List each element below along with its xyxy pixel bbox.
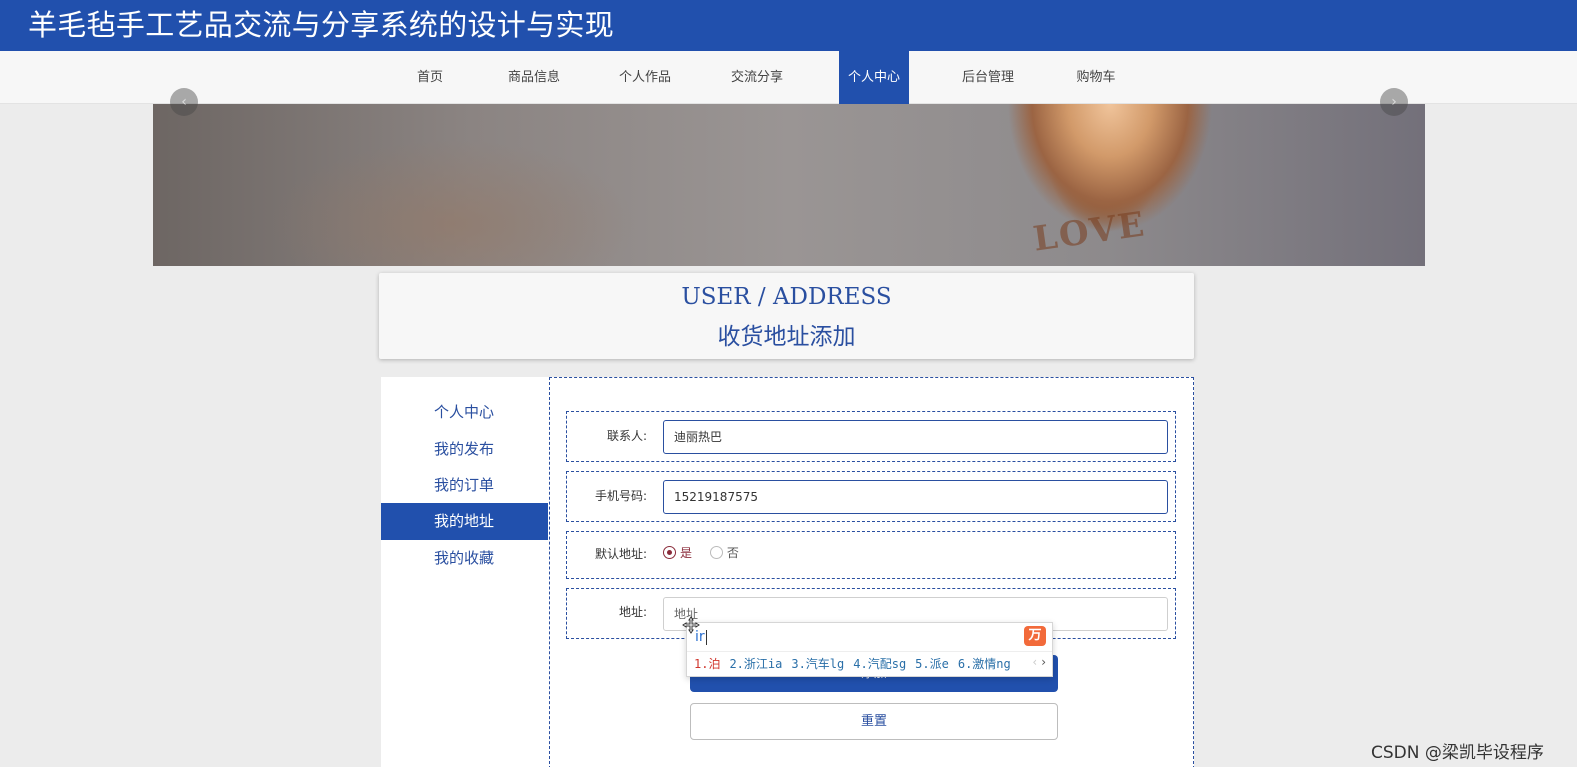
nav-item-home[interactable]: 首页 bbox=[404, 51, 456, 104]
ime-prev-page-icon[interactable]: ‹ bbox=[1032, 655, 1037, 669]
ime-candidate-popup: ir 万 1.泊 2.浙江ia 3.汽车lg 4.汽配sg 5.派e 6.激情ng ‹ › bbox=[686, 622, 1053, 677]
phone-input[interactable]: 15219187575 bbox=[663, 480, 1168, 514]
sidebar-item-personal-center[interactable]: 个人中心 bbox=[381, 394, 548, 431]
radio-yes-label[interactable]: 是 bbox=[680, 546, 692, 560]
main-nav: 首页 商品信息 个人作品 交流分享 个人中心 后台管理 购物车 bbox=[0, 51, 1577, 104]
ime-candidate[interactable]: 2.浙江ia bbox=[729, 657, 782, 671]
address-label: 地址: bbox=[618, 605, 647, 619]
radio-yes[interactable] bbox=[663, 546, 676, 559]
sidebar-item-my-posts[interactable]: 我的发布 bbox=[381, 431, 548, 468]
ime-candidate[interactable]: 4.汽配sg bbox=[853, 657, 906, 671]
reset-button[interactable]: 重置 bbox=[690, 703, 1058, 740]
ime-candidate-list: 1.泊 2.浙江ia 3.汽车lg 4.汽配sg 5.派e 6.激情ng bbox=[694, 655, 1020, 672]
page-title-zh: 收货地址添加 bbox=[717, 324, 856, 350]
ime-candidate[interactable]: 1.泊 bbox=[694, 657, 720, 671]
phone-label: 手机号码: bbox=[594, 489, 647, 503]
phone-row: 手机号码: 15219187575 bbox=[566, 471, 1176, 522]
radio-no-label[interactable]: 否 bbox=[727, 546, 739, 560]
radio-no[interactable] bbox=[709, 546, 723, 559]
watermark: CSDN @梁凯毕设程序 bbox=[1371, 743, 1544, 763]
ime-next-page-icon[interactable]: › bbox=[1041, 655, 1046, 669]
nav-item-personal-center[interactable]: 个人中心 bbox=[839, 51, 909, 104]
page-header-card: USER / ADDRESS 收货地址添加 bbox=[379, 273, 1194, 359]
nav-item-share[interactable]: 交流分享 bbox=[721, 51, 793, 104]
contact-label: 联系人: bbox=[606, 429, 647, 443]
page-title-en: USER / ADDRESS bbox=[681, 284, 892, 310]
contact-row: 联系人: 迪丽热巴 bbox=[566, 411, 1176, 462]
ime-logo-icon[interactable]: 万 bbox=[1024, 626, 1046, 646]
nav-item-products[interactable]: 商品信息 bbox=[498, 51, 570, 104]
banner-prev-arrow-icon[interactable]: ‹ bbox=[170, 88, 198, 116]
user-sidebar: 个人中心 我的发布 我的订单 我的地址 我的收藏 bbox=[381, 377, 549, 767]
default-address-label: 默认地址: bbox=[594, 547, 647, 561]
default-address-radio-group: 是 否 bbox=[663, 544, 753, 561]
banner-image: LOVE bbox=[153, 104, 1425, 266]
ime-candidate[interactable]: 3.汽车lg bbox=[791, 657, 844, 671]
nav-item-cart[interactable]: 购物车 bbox=[1066, 51, 1126, 104]
nav-item-admin[interactable]: 后台管理 bbox=[952, 51, 1024, 104]
default-address-row: 默认地址: 是 否 bbox=[566, 531, 1176, 579]
top-header: 羊毛毡手工艺品交流与分享系统的设计与实现 bbox=[0, 0, 1577, 51]
contact-input[interactable]: 迪丽热巴 bbox=[663, 420, 1168, 454]
move-cursor-icon bbox=[682, 616, 700, 634]
ime-candidate[interactable]: 5.派e bbox=[915, 657, 949, 671]
ime-candidate[interactable]: 6.激情ng bbox=[958, 657, 1011, 671]
banner-next-arrow-icon[interactable]: › bbox=[1380, 88, 1408, 116]
nav-item-works[interactable]: 个人作品 bbox=[609, 51, 681, 104]
sidebar-item-my-orders[interactable]: 我的订单 bbox=[381, 467, 548, 504]
site-title: 羊毛毡手工艺品交流与分享系统的设计与实现 bbox=[28, 8, 615, 42]
sidebar-item-my-address[interactable]: 我的地址 bbox=[381, 503, 548, 540]
ime-pager: ‹ › bbox=[1032, 655, 1046, 669]
sidebar-item-my-favorites[interactable]: 我的收藏 bbox=[381, 540, 548, 577]
